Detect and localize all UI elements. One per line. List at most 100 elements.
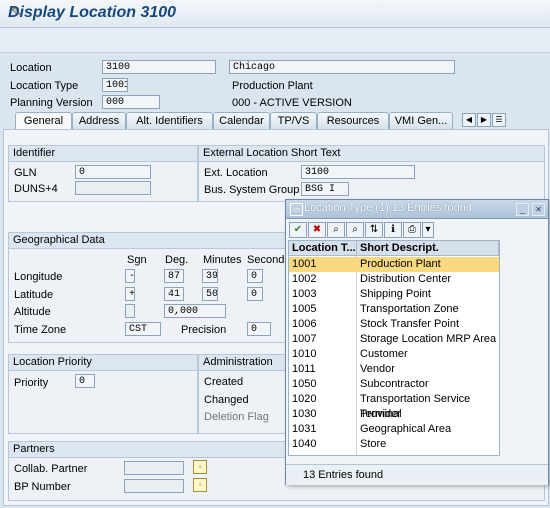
latitude-sign-field[interactable]: + [125, 287, 135, 301]
precision-label: Precision [181, 324, 227, 336]
list-item-key: 1005 [292, 303, 317, 315]
popup-title-bar[interactable]: ▭ Location Type (1) 13 Entries found _ ✕ [286, 200, 548, 219]
bp-number-help-icon[interactable]: ◦ [193, 478, 207, 492]
altitude-field[interactable]: 0,000 [164, 304, 226, 318]
list-item-description: Store [360, 438, 387, 450]
bp-number-label: BP Number [14, 481, 71, 493]
tab-list-icon[interactable]: ☰ [492, 113, 506, 127]
list-item-description: Geographical Area [360, 423, 452, 435]
gln-label: GLN [14, 167, 37, 179]
list-item-description: Vendor [360, 363, 395, 375]
list-item[interactable]: 1007 Storage Location MRP Area [289, 332, 499, 347]
altitude-label: Altitude [14, 306, 51, 318]
ext-location-label: Ext. Location [204, 167, 268, 179]
popup-close-icon[interactable]: ✕ [532, 203, 545, 216]
bp-number-field[interactable] [124, 479, 184, 493]
location-name-field[interactable]: Chicago [229, 60, 455, 74]
duns-label: DUNS+4 [14, 183, 58, 195]
list-item-key: 1010 [292, 348, 317, 360]
list-item-key: 1007 [292, 333, 317, 345]
info-icon[interactable]: ℹ [384, 222, 402, 238]
identifier-group-title: Identifier [9, 146, 197, 162]
gln-field[interactable]: 0 [75, 165, 151, 179]
list-item[interactable]: 1003 Shipping Point [289, 287, 499, 302]
longitude-min-field[interactable]: 39 [202, 269, 218, 283]
window-title: Display Location 3100 [8, 4, 177, 21]
column-header-short-description[interactable]: Short Descript. [357, 241, 499, 256]
list-item-key: 1002 [292, 273, 317, 285]
location-type-text: Production Plant [232, 80, 313, 92]
list-item-key: 1020 [292, 393, 317, 405]
collab-partner-help-icon[interactable]: ◦ [193, 460, 207, 474]
tab-scroll-right-icon[interactable]: ▶ [477, 113, 491, 127]
list-item-description: Storage Location MRP Area [360, 333, 497, 345]
location-type-field[interactable]: 1001 [102, 78, 128, 92]
list-item[interactable]: 1005 Transportation Zone [289, 302, 499, 317]
list-item-key: 1030 [292, 408, 317, 420]
popup-status-bar: 13 Entries found [286, 464, 548, 485]
list-item-description: Transportation Zone [360, 303, 459, 315]
minutes-header: Minutes [203, 254, 242, 266]
confirm-icon[interactable]: ✔ [289, 222, 307, 238]
collab-partner-label: Collab. Partner [14, 463, 88, 475]
print-icon[interactable]: ⎙ [403, 222, 421, 238]
list-item[interactable]: 1050 Subcontractor [289, 377, 499, 392]
list-item-key: 1011 [292, 363, 316, 375]
list-item-description: Production Plant [360, 258, 441, 270]
value-list: Location T... Short Descript. 1001 Produc… [288, 240, 500, 456]
tab-vmi-gen[interactable]: VMI Gen... [389, 112, 453, 129]
list-item[interactable]: 1006 Stock Transfer Point [289, 317, 499, 332]
longitude-sec-field[interactable]: 0 [247, 269, 263, 283]
collab-partner-field[interactable] [124, 461, 184, 475]
bsg-label: Bus. System Group [204, 184, 300, 196]
list-item[interactable]: 1031 Geographical Area [289, 422, 499, 437]
altitude-sign-field[interactable] [125, 304, 135, 318]
bsg-field[interactable]: BSG I [301, 182, 349, 196]
print-menu-icon[interactable]: ▾ [422, 222, 434, 238]
list-item-key: 1040 [292, 438, 317, 450]
list-item[interactable]: 1040 Store [289, 437, 499, 452]
column-header-location-type[interactable]: Location T... [289, 241, 357, 256]
longitude-sign-field[interactable]: - [125, 269, 135, 283]
find-icon[interactable]: ⌕ [327, 222, 345, 238]
longitude-deg-field[interactable]: 87 [164, 269, 184, 283]
priority-field[interactable]: 0 [75, 374, 95, 388]
duns-field[interactable] [75, 181, 151, 195]
list-item[interactable]: 1011 Vendor [289, 362, 499, 377]
list-item-description: Customer [360, 348, 408, 360]
tab-alt-identifiers[interactable]: Alt. Identifiers [126, 112, 213, 129]
deletion-flag-label: Deletion Flag [204, 411, 269, 423]
sgn-header: Sgn [127, 254, 147, 266]
tab-tp-vs[interactable]: TP/VS [270, 112, 317, 129]
precision-field[interactable]: 0 [247, 322, 271, 336]
seconds-header: Seconds [247, 254, 290, 266]
location-label: Location [10, 62, 52, 74]
planning-version-text: 000 - ACTIVE VERSION [232, 97, 352, 109]
sort-icon[interactable]: ⇅ [365, 222, 383, 238]
location-field[interactable]: 3100 [102, 60, 216, 74]
timezone-field[interactable]: CST [125, 322, 161, 336]
find-next-icon[interactable]: ⌕ [346, 222, 364, 238]
list-item[interactable]: 1010 Customer [289, 347, 499, 362]
planning-version-field[interactable]: 000 [102, 95, 160, 109]
tab-resources[interactable]: Resources [317, 112, 389, 129]
tab-calendar[interactable]: Calendar [213, 112, 270, 129]
list-item[interactable]: 1020 Transportation Service Provider [289, 392, 499, 420]
latitude-min-field[interactable]: 50 [202, 287, 218, 301]
list-item-key: 1050 [292, 378, 317, 390]
latitude-deg-field[interactable]: 41 [164, 287, 184, 301]
list-item-description: Stock Transfer Point [360, 318, 460, 330]
entries-found-text: 13 Entries found [303, 469, 384, 481]
display-change-icon[interactable]: ✎ [8, 4, 24, 20]
deg-header: Deg. [165, 254, 189, 266]
ext-location-field[interactable]: 3100 [301, 165, 415, 179]
tab-scroll-left-icon[interactable]: ◀ [462, 113, 476, 127]
list-item[interactable]: 1001 Production Plant [289, 257, 499, 272]
tab-address[interactable]: Address [72, 112, 126, 129]
tab-general[interactable]: General [15, 112, 72, 130]
latitude-sec-field[interactable]: 0 [247, 287, 263, 301]
list-item[interactable]: 1002 Distribution Center [289, 272, 499, 287]
list-item[interactable]: 1030 Terminal [289, 407, 499, 422]
cancel-icon[interactable]: ✖ [308, 222, 326, 238]
popup-minimize-icon[interactable]: _ [516, 203, 529, 216]
